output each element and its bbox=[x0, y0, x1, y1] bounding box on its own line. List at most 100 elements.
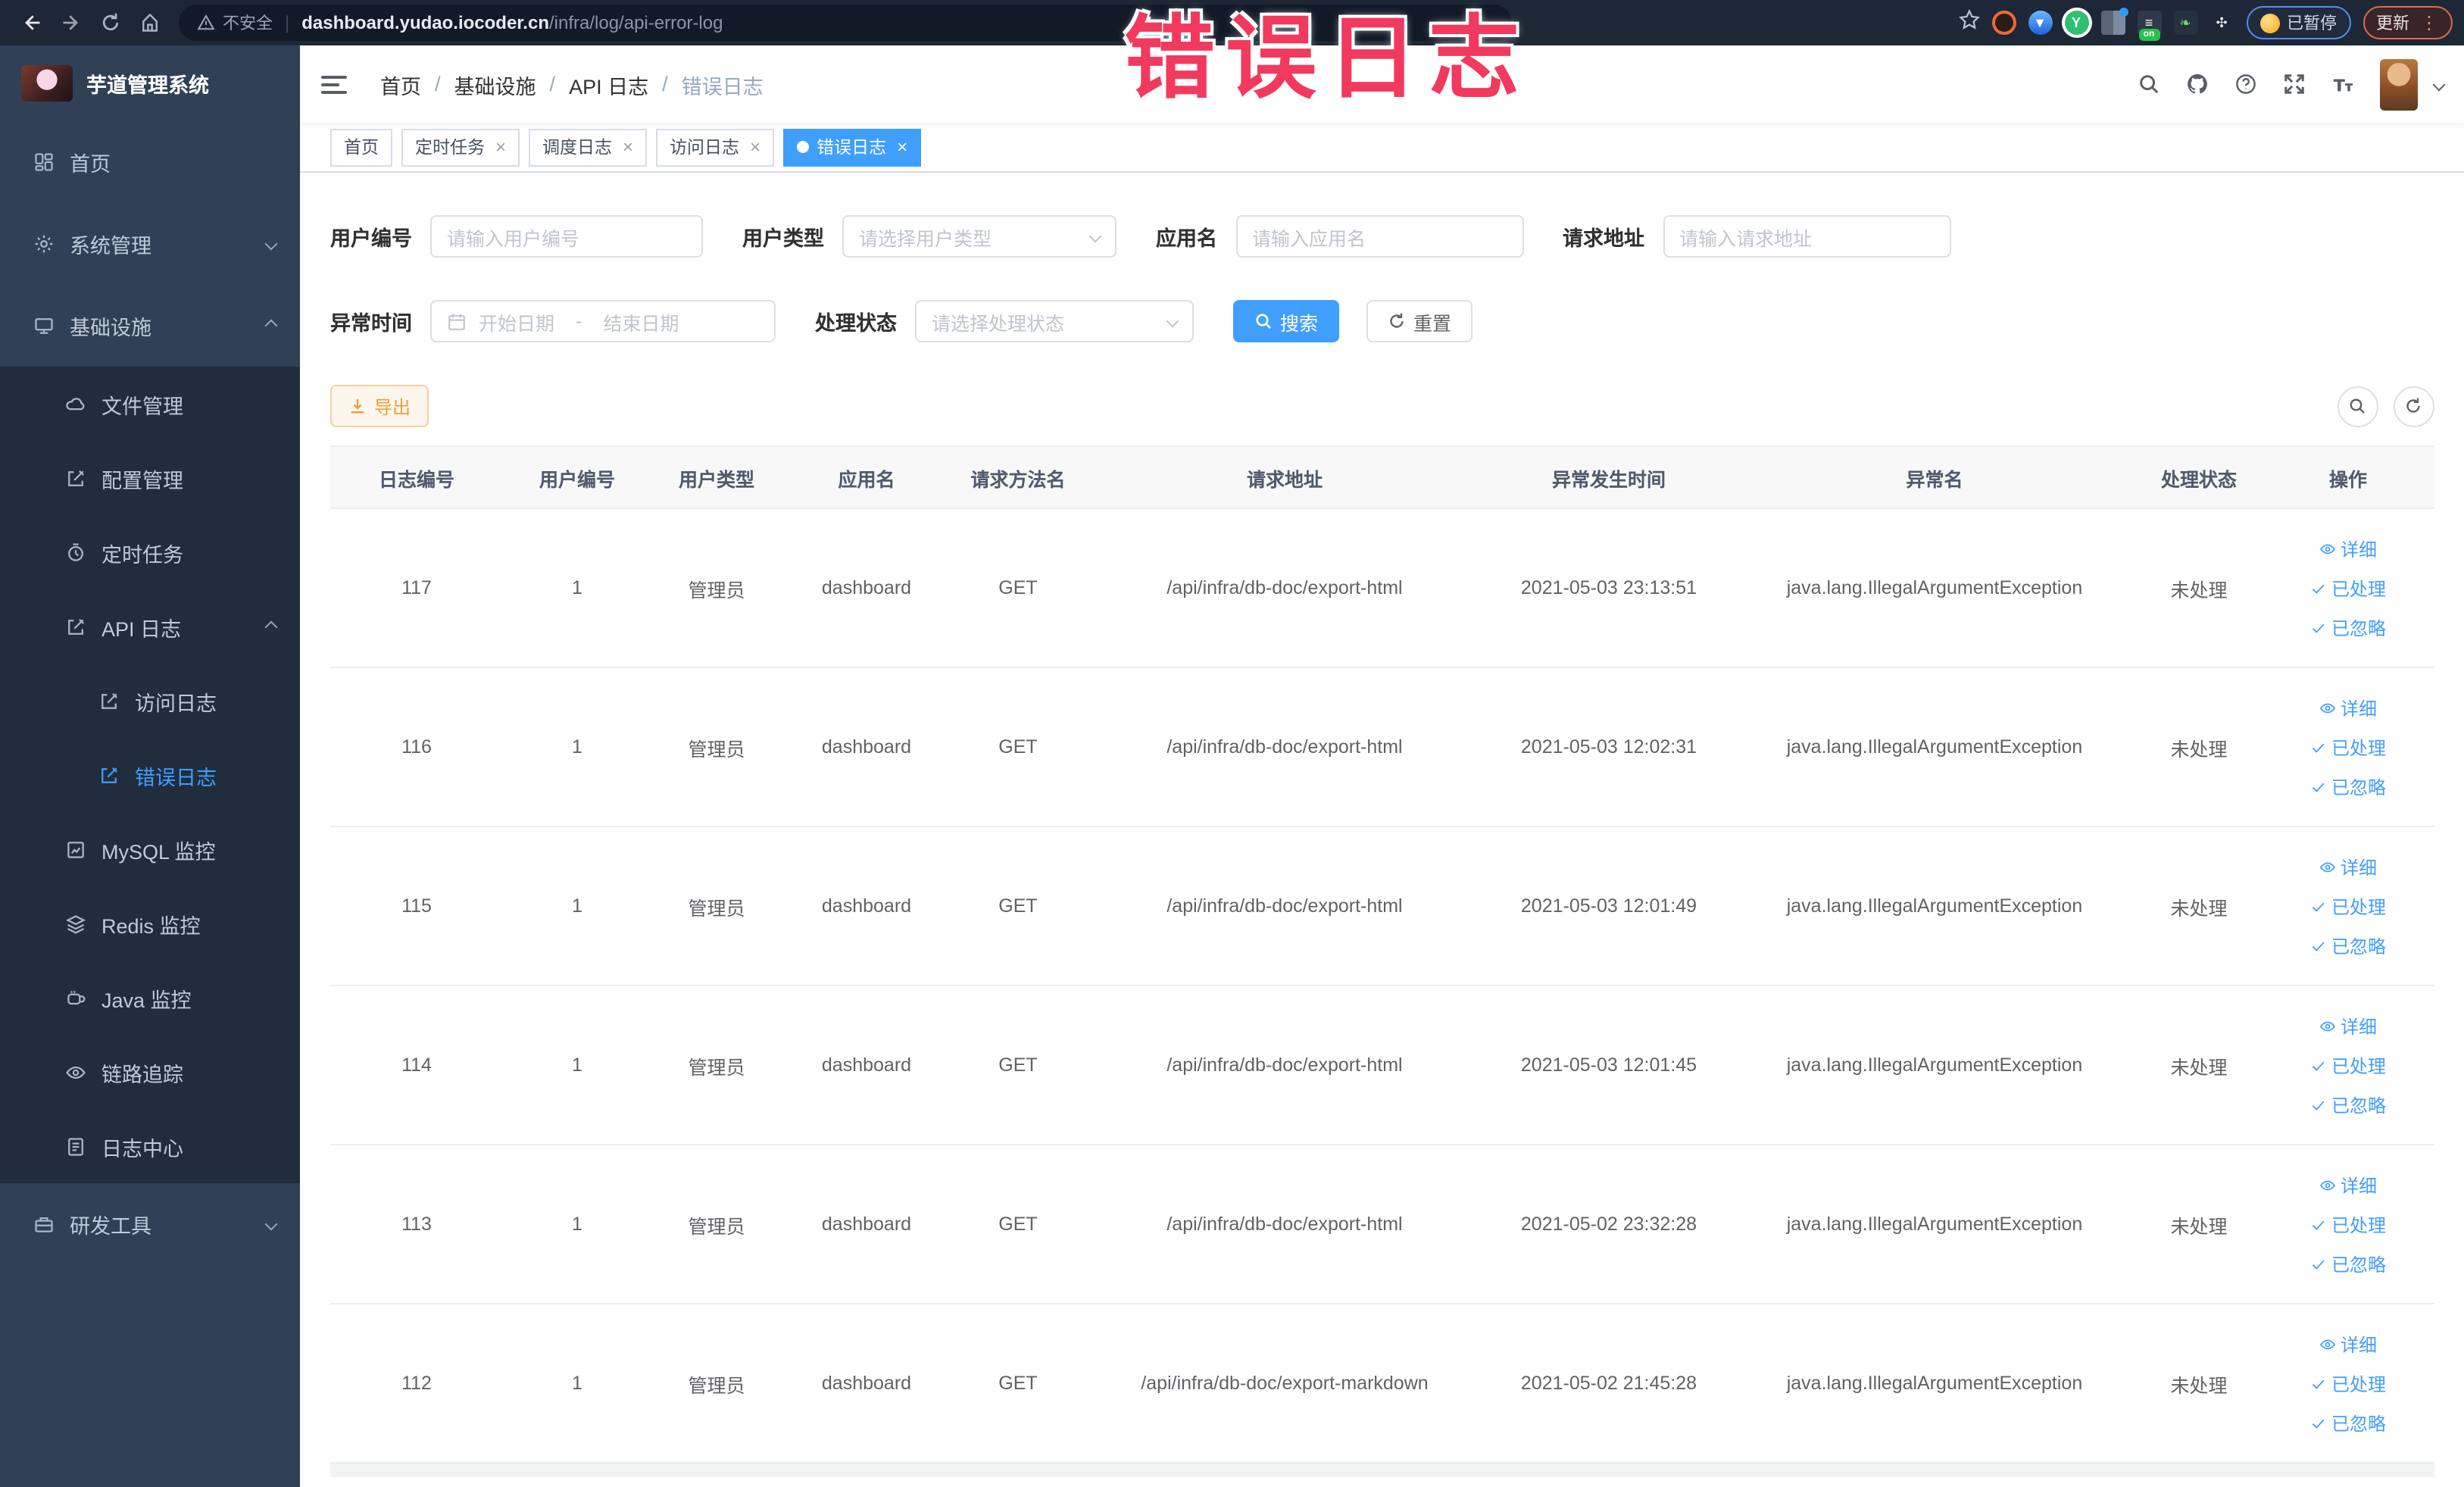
action-processed-link[interactable]: 已处理 bbox=[2310, 1052, 2386, 1078]
edit-icon bbox=[98, 690, 120, 711]
tag-1[interactable]: 定时任务 × bbox=[401, 128, 520, 166]
app-logo-row[interactable]: 芋道管理系统 bbox=[0, 45, 300, 121]
sidebar-item-3[interactable]: 文件管理 bbox=[0, 367, 300, 441]
tag-4[interactable]: 错误日志 × bbox=[783, 128, 922, 166]
close-icon[interactable]: × bbox=[750, 136, 760, 158]
home-icon[interactable] bbox=[130, 6, 170, 39]
table-bottom-scroll-track[interactable] bbox=[330, 1464, 2434, 1477]
cell-app: dashboard bbox=[782, 1304, 951, 1464]
bookmark-star-icon[interactable] bbox=[1957, 8, 1980, 37]
action-ignored-link[interactable]: 已忽略 bbox=[2310, 1410, 2386, 1435]
extension-icon-blue-shield[interactable]: ▼ bbox=[2028, 11, 2052, 35]
sidebar-toggle-icon[interactable] bbox=[321, 75, 347, 93]
user-menu-caret-icon[interactable] bbox=[2431, 77, 2445, 91]
request-url-input[interactable]: 请输入请求地址 bbox=[1663, 215, 1950, 258]
action-label: 详细 bbox=[2340, 1175, 2377, 1196]
breadcrumb-item-1[interactable]: 基础设施 bbox=[454, 69, 536, 99]
sidebar-item-2[interactable]: 基础设施 bbox=[0, 285, 300, 367]
reload-icon[interactable] bbox=[91, 6, 130, 39]
search-icon[interactable] bbox=[2137, 73, 2160, 95]
address-bar[interactable]: 不安全 | dashboard.yudao.iocoder.cn /infra/… bbox=[179, 5, 1512, 41]
sidebar-item-14[interactable]: 研发工具 bbox=[0, 1183, 300, 1265]
help-icon[interactable] bbox=[2234, 73, 2256, 95]
extensions-puzzle-icon[interactable]: ✣ bbox=[2209, 11, 2234, 35]
action-processed-link[interactable]: 已处理 bbox=[2310, 1370, 2386, 1396]
profile-paused-pill[interactable]: 已暂停 bbox=[2246, 6, 2350, 39]
action-processed-link[interactable]: 已处理 bbox=[2310, 575, 2386, 601]
cell-id: 116 bbox=[330, 667, 503, 827]
action-ignored-link[interactable]: 已忽略 bbox=[2310, 773, 2386, 799]
action-processed-link[interactable]: 已处理 bbox=[2310, 1211, 2386, 1237]
export-button[interactable]: 导出 bbox=[330, 385, 429, 427]
app-name-input[interactable]: 请输入应用名 bbox=[1235, 215, 1523, 258]
cloud-icon bbox=[65, 393, 86, 414]
sidebar-item-5[interactable]: 定时任务 bbox=[0, 515, 300, 589]
user-avatar[interactable] bbox=[2379, 58, 2417, 110]
sidebar-item-7[interactable]: 访问日志 bbox=[0, 664, 300, 738]
sidebar-item-4[interactable]: 配置管理 bbox=[0, 441, 300, 515]
breadcrumb-item-0[interactable]: 首页 bbox=[380, 69, 421, 99]
action-processed-link[interactable]: 已处理 bbox=[2310, 893, 2386, 919]
action-detail-link[interactable]: 详细 bbox=[2319, 1331, 2377, 1357]
extension-icon-sprout[interactable]: ❧ bbox=[2173, 11, 2197, 35]
tag-label: 首页 bbox=[344, 139, 379, 158]
action-label: 详细 bbox=[2340, 698, 2377, 719]
close-icon[interactable]: × bbox=[623, 136, 633, 158]
column-header-8: 处理状态 bbox=[2136, 446, 2262, 509]
action-label: 已忽略 bbox=[2331, 1413, 2386, 1434]
reset-button[interactable]: 重置 bbox=[1366, 300, 1473, 342]
action-detail-link[interactable]: 详细 bbox=[2319, 854, 2377, 879]
breadcrumb-item-2[interactable]: API 日志 bbox=[569, 69, 648, 99]
sidebar-item-label: 配置管理 bbox=[101, 469, 183, 492]
close-icon[interactable]: × bbox=[495, 136, 506, 158]
cell-time: 2021-05-03 12:01:49 bbox=[1485, 826, 1733, 986]
back-icon[interactable] bbox=[12, 6, 52, 39]
browser-update-button[interactable]: 更新 ⋮ bbox=[2363, 6, 2452, 39]
extension-icon-green-y[interactable]: Y bbox=[2064, 11, 2088, 35]
action-ignored-link[interactable]: 已忽略 bbox=[2310, 1092, 2386, 1117]
forward-icon[interactable] bbox=[52, 6, 91, 39]
tag-3[interactable]: 访问日志 × bbox=[656, 128, 775, 166]
action-label: 已处理 bbox=[2331, 578, 2386, 599]
action-detail-link[interactable]: 详细 bbox=[2319, 1013, 2377, 1039]
extension-icon-orange[interactable] bbox=[1991, 11, 2016, 35]
user-id-input[interactable]: 请输入用户编号 bbox=[430, 215, 703, 258]
cell-method: GET bbox=[951, 986, 1085, 1145]
sidebar-item-10[interactable]: Redis 监控 bbox=[0, 886, 300, 961]
action-ignored-link[interactable]: 已忽略 bbox=[2310, 932, 2386, 958]
action-ignored-link[interactable]: 已忽略 bbox=[2310, 1251, 2386, 1276]
action-detail-link[interactable]: 详细 bbox=[2319, 536, 2377, 561]
toggle-search-button[interactable] bbox=[2337, 386, 2378, 426]
extension-icon-grid[interactable] bbox=[2100, 8, 2128, 35]
cell-time: 2021-05-02 21:45:28 bbox=[1485, 1304, 1733, 1464]
font-size-icon[interactable] bbox=[2331, 73, 2353, 95]
action-label: 已处理 bbox=[2331, 737, 2386, 758]
sidebar-item-11[interactable]: Java 监控 bbox=[0, 961, 300, 1035]
tag-0[interactable]: 首页 bbox=[330, 128, 392, 166]
sidebar-item-12[interactable]: 链路追踪 bbox=[0, 1035, 300, 1109]
refresh-button[interactable] bbox=[2393, 386, 2434, 426]
action-detail-link[interactable]: 详细 bbox=[2319, 695, 2377, 720]
sidebar-item-0[interactable]: 首页 bbox=[0, 121, 300, 203]
browser-menu-kebab-icon[interactable]: ⋮ bbox=[2420, 12, 2438, 33]
extension-icon-on-badge[interactable]: ≡ on bbox=[2137, 11, 2161, 41]
column-header-4: 请求方法名 bbox=[951, 446, 1085, 509]
fullscreen-icon[interactable] bbox=[2282, 73, 2305, 95]
sidebar-item-8[interactable]: 错误日志 bbox=[0, 738, 300, 812]
sidebar-item-1[interactable]: 系统管理 bbox=[0, 203, 300, 285]
sidebar-item-6[interactable]: API 日志 bbox=[0, 589, 300, 664]
github-icon[interactable] bbox=[2185, 73, 2208, 95]
user-type-select[interactable]: 请选择用户类型 bbox=[842, 215, 1116, 258]
action-processed-link[interactable]: 已处理 bbox=[2310, 734, 2386, 760]
sidebar-item-13[interactable]: 日志中心 bbox=[0, 1109, 300, 1183]
search-button[interactable]: 搜索 bbox=[1233, 300, 1340, 342]
action-detail-link[interactable]: 详细 bbox=[2319, 1172, 2377, 1198]
close-icon[interactable]: × bbox=[897, 136, 907, 158]
status-select[interactable]: 请选择处理状态 bbox=[915, 300, 1194, 342]
tag-2[interactable]: 调度日志 × bbox=[529, 128, 648, 166]
cell-user_id: 1 bbox=[503, 667, 651, 827]
action-ignored-link[interactable]: 已忽略 bbox=[2310, 614, 2386, 640]
table-header-row: 日志编号 用户编号 用户类型 应用名 请求方法名 请求地址 异常发生时间 异常名 处理状态 操作 bbox=[330, 446, 2434, 509]
exception-time-range-input[interactable]: 开始日期 - 结束日期 bbox=[430, 300, 776, 342]
sidebar-item-9[interactable]: MySQL 监控 bbox=[0, 812, 300, 886]
